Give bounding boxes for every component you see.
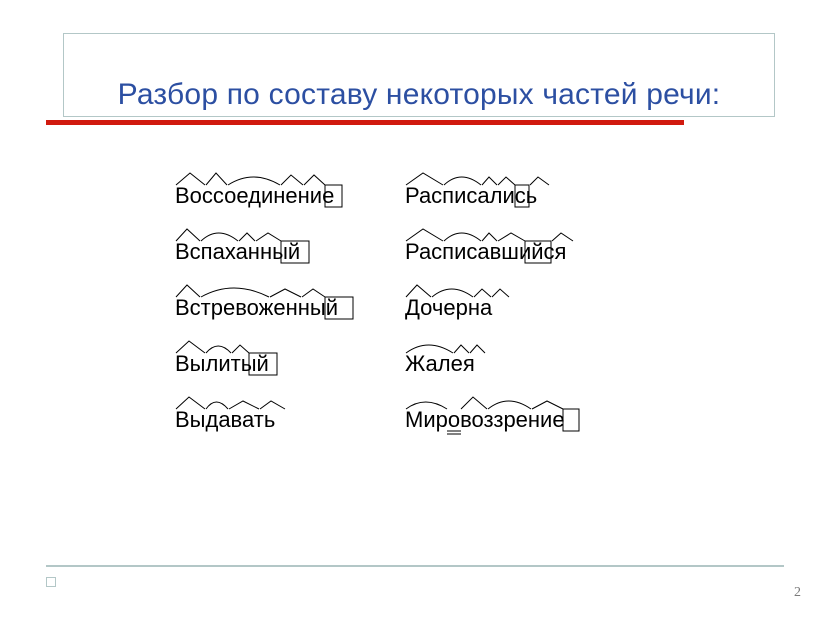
word-text: Дочерна	[405, 295, 493, 320]
word-text: Воссоединение	[175, 183, 334, 208]
word-vylityj: Вылитый	[173, 331, 313, 381]
word-text: Расписались	[405, 183, 537, 208]
word-text: Вылитый	[175, 351, 269, 376]
word-text: Мировоззрение	[405, 407, 565, 432]
slide-title: Разбор по составу некоторых частей речи:	[63, 78, 775, 112]
word-vossoedinenie: Воссоединение	[173, 163, 373, 213]
word-text: Встревоженный	[175, 295, 338, 320]
page-number: 2	[794, 585, 801, 601]
word-vspahannyj: Вспаханный	[173, 219, 343, 269]
word-zhaleya: Жалея	[403, 331, 513, 381]
word-vydavat: Выдавать	[173, 387, 313, 437]
slide: Разбор по составу некоторых частей речи:…	[0, 0, 831, 623]
word-raspisavshijsja: Расписавшийся	[403, 219, 603, 269]
title-underline	[46, 120, 684, 125]
footer-marker-icon	[46, 577, 56, 587]
word-mirovozzrenie: Мировоззрение	[403, 387, 613, 437]
word-vstrevozhennyj: Встревоженный	[173, 275, 383, 325]
word-text: Расписавшийся	[405, 239, 566, 264]
word-text: Выдавать	[175, 407, 275, 432]
word-text: Вспаханный	[175, 239, 300, 264]
word-text: Жалея	[405, 351, 475, 376]
words-area: Воссоединение Расписались	[173, 163, 658, 453]
word-docherna: Дочерна	[403, 275, 533, 325]
footer-line	[46, 565, 784, 567]
word-raspisalis: Расписались	[403, 163, 573, 213]
